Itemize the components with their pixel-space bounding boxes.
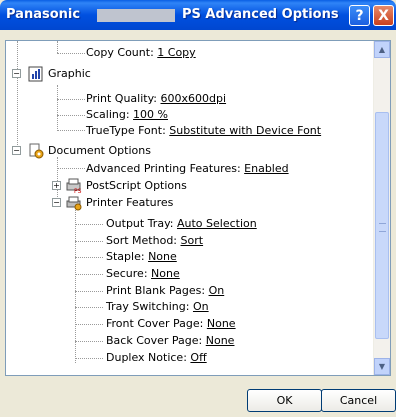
tree-item-scaling[interactable]: Scaling: 100 % [86, 107, 168, 122]
print-blank-pages-value[interactable]: On [209, 284, 225, 297]
expand-postscript-options-icon[interactable]: + [52, 181, 61, 190]
help-button[interactable]: ? [349, 5, 370, 26]
printer-features-icon [66, 196, 82, 211]
tree-line [57, 85, 58, 129]
tree-item-postscript-options[interactable]: PostScript Options [86, 178, 187, 193]
tree-line [75, 208, 76, 363]
tree-item-output-tray[interactable]: Output Tray: Auto Selection [106, 216, 257, 231]
tree-item-printer-features[interactable]: Printer Features [86, 195, 173, 210]
duplex-notice-label: Duplex Notice: [106, 351, 187, 364]
back-cover-page-label: Back Cover Page: [106, 334, 203, 347]
thumb-grip-icon [379, 223, 386, 232]
redacted-model-name [97, 9, 175, 22]
duplex-notice-value[interactable]: Off [190, 351, 206, 364]
postscript-options-icon: PS [66, 178, 82, 194]
tree-line [57, 157, 58, 203]
scrollbar-thumb[interactable] [375, 112, 389, 339]
tree-line [75, 307, 103, 308]
tree-line [75, 291, 103, 292]
cancel-button[interactable]: Cancel [321, 389, 396, 412]
output-tray-label: Output Tray: [106, 217, 174, 230]
ok-button[interactable]: OK [247, 389, 322, 412]
tree-item-back-cover-page[interactable]: Back Cover Page: None [106, 333, 234, 348]
close-button[interactable]: X [373, 5, 394, 26]
print-quality-value[interactable]: 600x600dpi [161, 92, 227, 105]
copy-count-label: Copy Count: [86, 46, 154, 59]
tree-item-document-options[interactable]: Document Options [48, 143, 151, 158]
tray-switching-label: Tray Switching: [106, 300, 190, 313]
truetype-font-label: TrueType Font: [86, 124, 166, 137]
tree-line [75, 257, 103, 258]
tree-line [57, 99, 85, 100]
staple-label: Staple: [106, 250, 145, 263]
tree-line [57, 53, 85, 54]
tree-item-duplex-notice[interactable]: Duplex Notice: Off [106, 350, 207, 365]
tree-item-sort-method[interactable]: Sort Method: Sort [106, 233, 203, 248]
tree-item-copy-count[interactable]: Copy Count: 1 Copy [86, 45, 196, 60]
options-tree[interactable]: Copy Count: 1 Copy − Graphic Print Quali… [5, 40, 391, 376]
secure-value[interactable]: None [151, 267, 180, 280]
tree-item-graphic[interactable]: Graphic [48, 66, 91, 81]
back-cover-page-value[interactable]: None [206, 334, 235, 347]
print-blank-pages-label: Print Blank Pages: [106, 284, 206, 297]
tree-line [75, 274, 103, 275]
tree-line [57, 168, 85, 169]
scroll-down-button[interactable]: ▼ [374, 358, 390, 375]
front-cover-page-label: Front Cover Page: [106, 317, 204, 330]
staple-value[interactable]: None [148, 250, 177, 263]
vertical-scrollbar[interactable]: ▲ ▼ [373, 41, 390, 375]
tree-line [75, 341, 103, 342]
scaling-value[interactable]: 100 % [133, 108, 168, 121]
tray-switching-value[interactable]: On [193, 300, 209, 313]
window-title-brand: Panasonic [6, 7, 81, 22]
sort-method-value[interactable]: Sort [181, 234, 204, 247]
tree-item-secure[interactable]: Secure: None [106, 266, 180, 281]
print-quality-label: Print Quality: [86, 92, 158, 105]
tree-item-print-blank-pages[interactable]: Print Blank Pages: On [106, 283, 224, 298]
window-title: PS Advanced Options [182, 7, 339, 22]
copy-count-value[interactable]: 1 Copy [157, 46, 195, 59]
tree-line [57, 115, 85, 116]
tree-line [57, 130, 85, 131]
advanced-printing-value[interactable]: Enabled [244, 162, 288, 175]
output-tray-value[interactable]: Auto Selection [177, 217, 257, 230]
tree-item-staple[interactable]: Staple: None [106, 249, 177, 264]
advanced-printing-label: Advanced Printing Features: [86, 162, 241, 175]
collapse-printer-features-icon[interactable]: − [52, 198, 61, 207]
tree-item-truetype-font[interactable]: TrueType Font: Substitute with Device Fo… [86, 123, 321, 138]
collapse-graphic-icon[interactable]: − [12, 69, 21, 78]
sort-method-label: Sort Method: [106, 234, 178, 247]
tree-item-print-quality[interactable]: Print Quality: 600x600dpi [86, 91, 226, 106]
scroll-up-button[interactable]: ▲ [374, 41, 390, 58]
truetype-font-value[interactable]: Substitute with Device Font [169, 124, 321, 137]
tree-line [57, 41, 58, 53]
secure-label: Secure: [106, 267, 148, 280]
tree-item-tray-switching[interactable]: Tray Switching: On [106, 299, 209, 314]
title-bar: Panasonic PS Advanced Options ? X [0, 0, 396, 30]
svg-text:PS: PS [74, 188, 82, 194]
tree-line [75, 224, 103, 225]
front-cover-page-value[interactable]: None [207, 317, 236, 330]
document-options-icon [29, 143, 44, 159]
scaling-label: Scaling: [86, 108, 130, 121]
collapse-document-options-icon[interactable]: − [12, 146, 21, 155]
tree-line [17, 41, 18, 145]
tree-line [75, 358, 103, 359]
tree-item-advanced-printing-features[interactable]: Advanced Printing Features: Enabled [86, 161, 289, 176]
tree-line [75, 324, 103, 325]
tree-item-front-cover-page[interactable]: Front Cover Page: None [106, 316, 236, 331]
graphic-icon [28, 66, 43, 82]
tree-line [75, 241, 103, 242]
